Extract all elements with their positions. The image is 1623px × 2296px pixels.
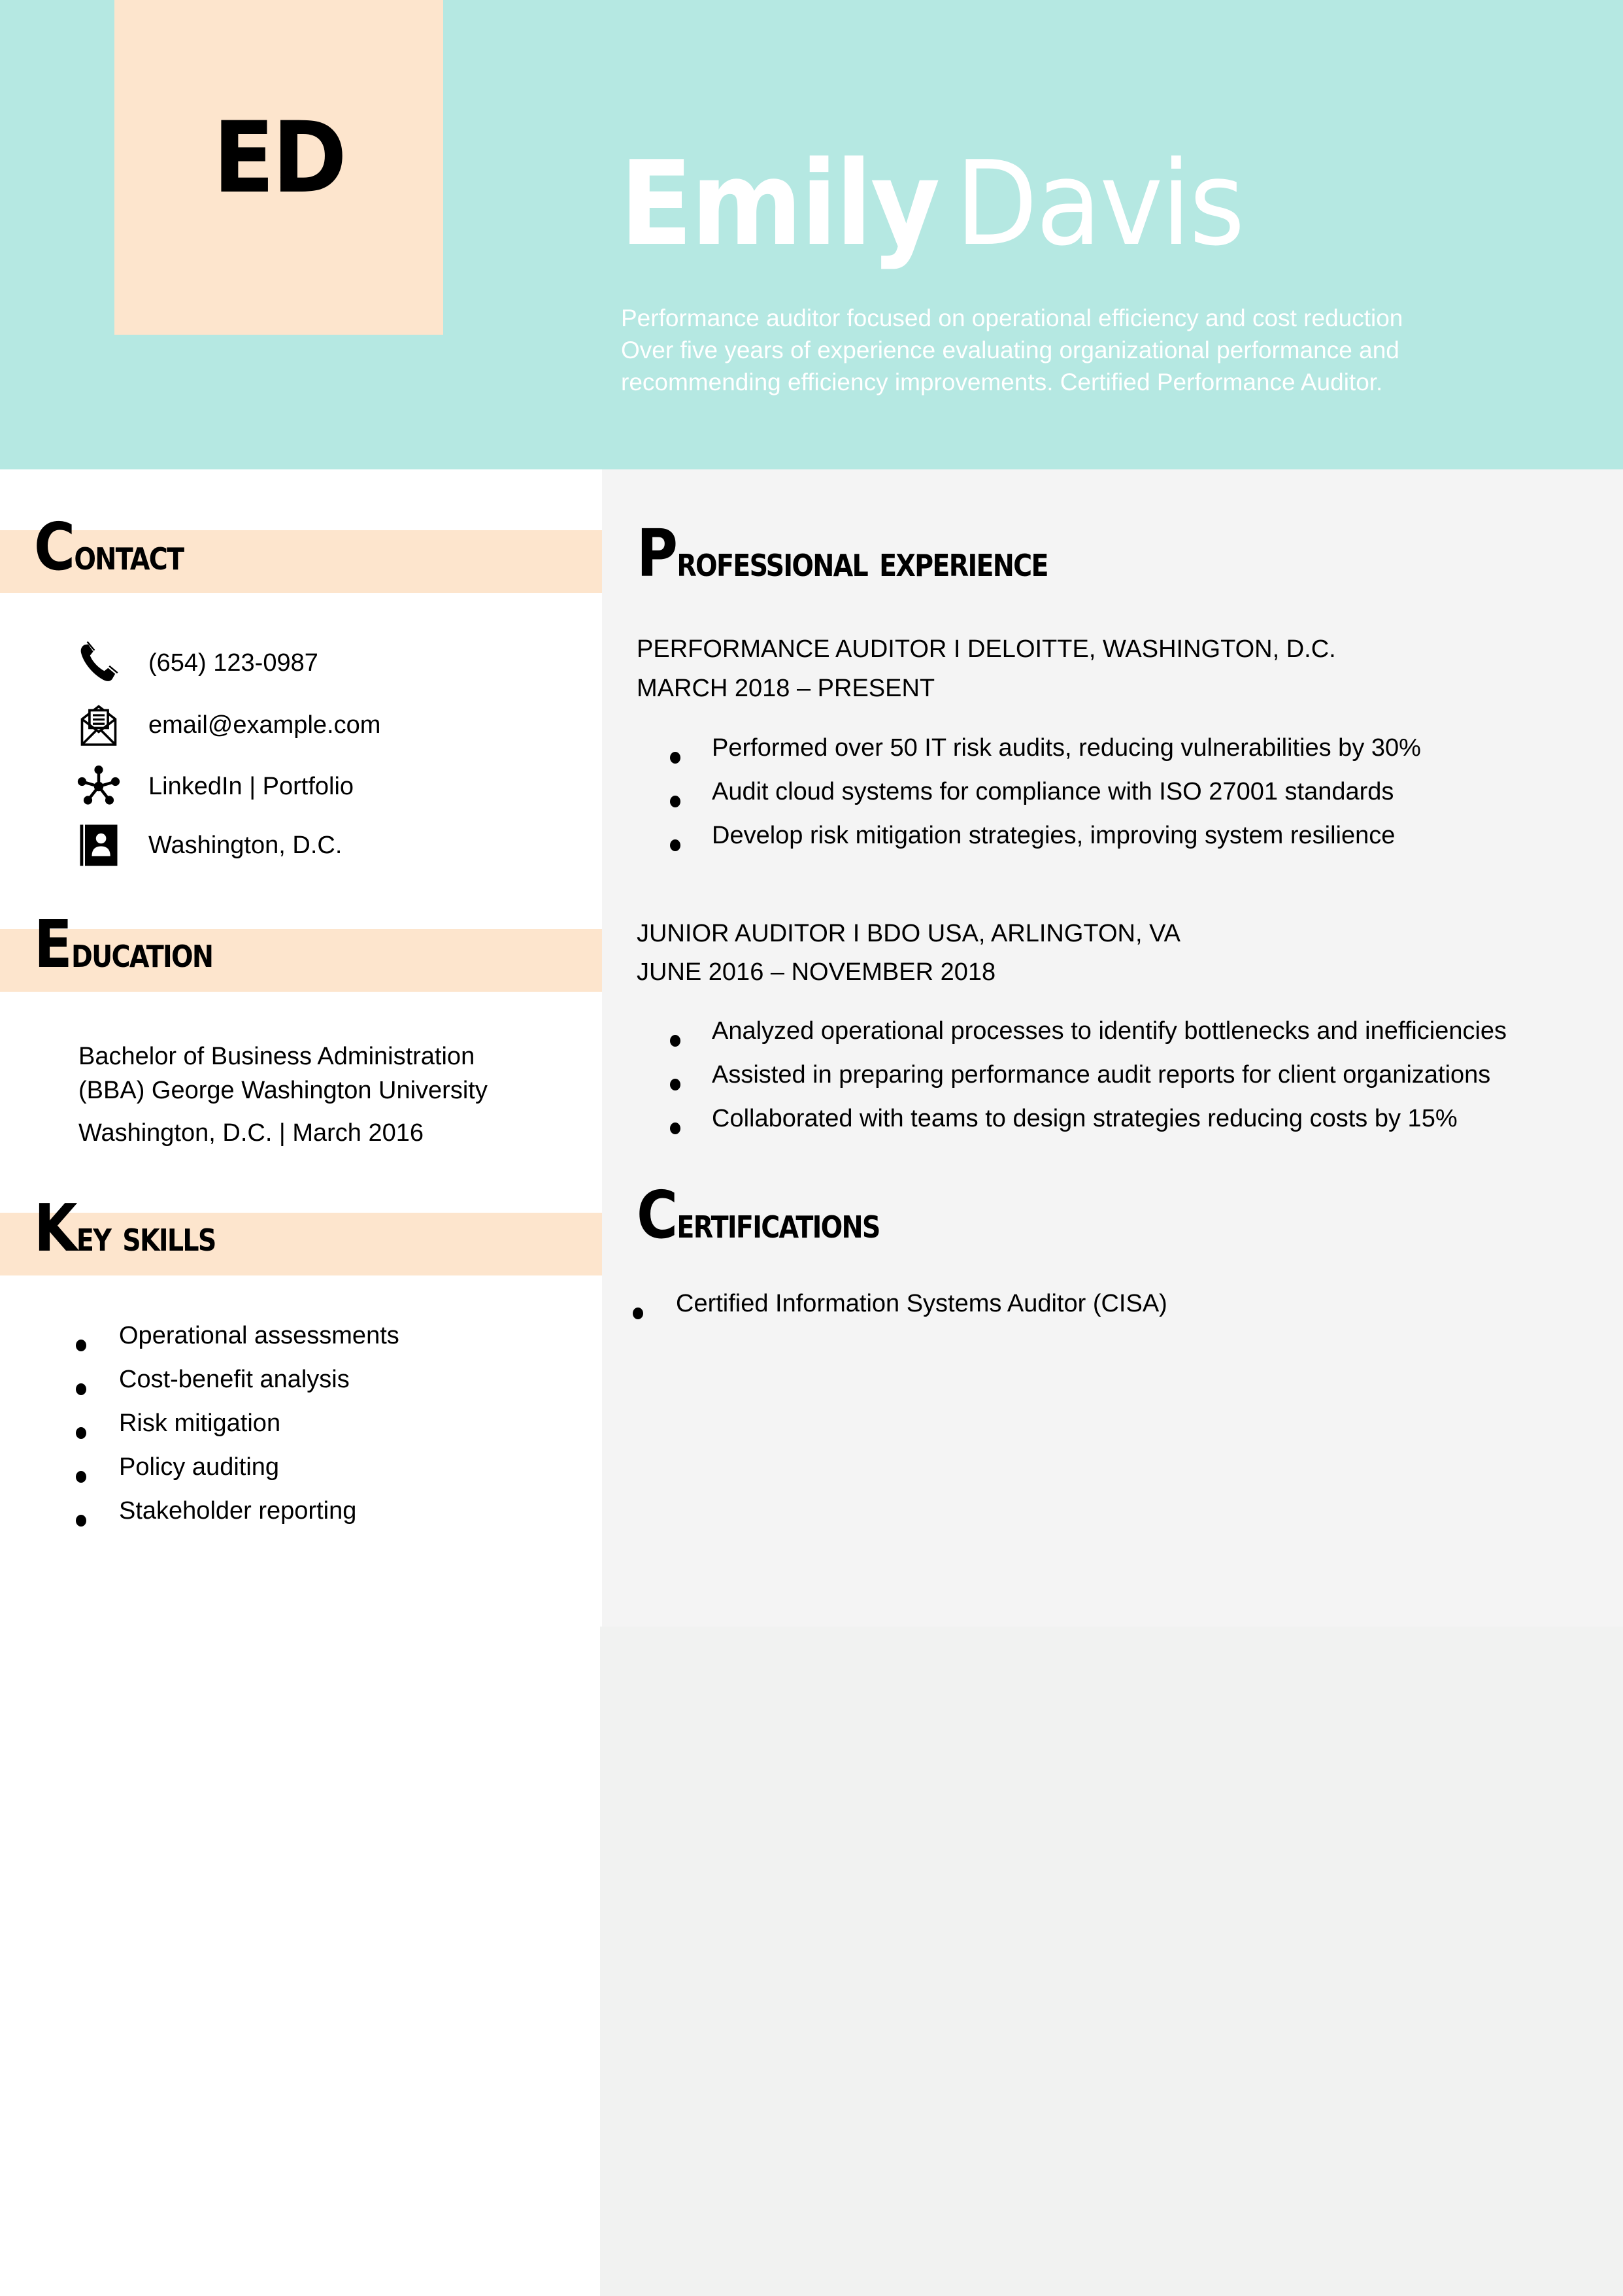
job-title: JUNIOR AUDITOR I BDO USA, ARLINGTON, VA (637, 920, 1180, 947)
profile-summary: Performance auditor focused on operation… (621, 302, 1471, 398)
contact-email-text: email@example.com (148, 711, 381, 739)
contact-heading: Contact (34, 509, 184, 585)
bullet-icon (670, 1034, 680, 1047)
skill-text: Risk mitigation (119, 1410, 281, 1437)
skill-text: Operational assessments (119, 1322, 399, 1349)
bullet-text: Assisted in preparing performance audit … (712, 1061, 1491, 1089)
job-bullets: Performed over 50 IT risk audits, reduci… (670, 734, 1421, 866)
skill-item: Risk mitigation (76, 1410, 399, 1453)
last-name: Davis (955, 136, 1245, 271)
monogram: ED (212, 101, 347, 215)
heading-initial: K (34, 1190, 78, 1266)
bullet-text: Analyzed operational processes to identi… (712, 1017, 1507, 1045)
contact-phone-text: (654) 123-0987 (148, 649, 318, 677)
heading-rest: ontact (74, 530, 184, 580)
heading-rest: ey skills (76, 1211, 216, 1261)
contact-links[interactable]: LinkedIn | Portfolio (75, 763, 354, 810)
certifications-list: Certified Information Systems Auditor (C… (633, 1290, 1167, 1334)
summary-line: recommending efficiency improvements. Ce… (621, 369, 1383, 396)
job-title: PERFORMANCE AUDITOR I DELOITTE, WASHINGT… (637, 635, 1336, 663)
heading-initial: C (34, 509, 75, 585)
bullet-icon (76, 1427, 86, 1439)
certification-item: Certified Information Systems Auditor (C… (633, 1290, 1167, 1334)
skills-list: Operational assessments Cost-benefit ana… (76, 1322, 399, 1541)
bullet-text: Develop risk mitigation strategies, impr… (712, 822, 1396, 849)
main-column-background-lower (600, 1627, 1623, 2296)
first-name: Emily (620, 136, 940, 271)
education-degree: Bachelor of Business Administration (BBA… (78, 1039, 488, 1107)
job-bullet: Assisted in preparing performance audit … (670, 1061, 1507, 1105)
contact-location: Washington, D.C. (75, 822, 342, 869)
contact-phone[interactable]: (654) 123-0987 (75, 639, 318, 686)
monogram-box: ED (114, 0, 443, 335)
skill-text: Policy auditing (119, 1453, 280, 1481)
job-bullet: Analyzed operational processes to identi… (670, 1017, 1507, 1061)
heading-initial: P (637, 515, 678, 592)
bullet-text: Audit cloud systems for compliance with … (712, 778, 1394, 805)
skills-heading: Key skills (34, 1190, 216, 1266)
skill-item: Stakeholder reporting (76, 1497, 399, 1541)
contact-location-text: Washington, D.C. (148, 831, 343, 859)
job-bullets: Analyzed operational processes to identi… (670, 1017, 1507, 1149)
candidate-name: Emily Davis (620, 136, 1245, 271)
skill-text: Cost-benefit analysis (119, 1366, 350, 1393)
heading-rest: ertifications (677, 1198, 880, 1248)
contact-email[interactable]: email@example.com (75, 701, 380, 749)
experience-heading: Professional experience (637, 515, 1049, 592)
job-dates: JUNE 2016 – NOVEMBER 2018 (637, 958, 996, 986)
certification-text: Certified Information Systems Auditor (C… (676, 1290, 1167, 1317)
contact-links-text: LinkedIn | Portfolio (148, 772, 354, 800)
bullet-icon (670, 795, 680, 807)
education-heading: Education (34, 906, 214, 983)
bullet-icon (76, 1514, 86, 1527)
skill-item: Policy auditing (76, 1453, 399, 1497)
degree-line: (BBA) George Washington University (78, 1077, 488, 1104)
job-bullet: Performed over 50 IT risk audits, reduci… (670, 734, 1421, 778)
job-bullet: Audit cloud systems for compliance with … (670, 778, 1421, 822)
heading-rest: rofessional experience (677, 536, 1048, 586)
bullet-icon (76, 1339, 86, 1351)
summary-line: Performance auditor focused on operation… (621, 305, 1403, 331)
bullet-icon (633, 1307, 643, 1319)
degree-line: Bachelor of Business Administration (78, 1043, 475, 1070)
bullet-icon (670, 751, 680, 764)
job-bullet: Collaborated with teams to design strate… (670, 1105, 1507, 1149)
bullet-text: Performed over 50 IT risk audits, reduci… (712, 734, 1421, 762)
education-location-date: Washington, D.C. | March 2016 (78, 1119, 424, 1147)
bullet-icon (670, 839, 680, 851)
bullet-icon (670, 1078, 680, 1090)
envelope-icon (75, 701, 122, 749)
phone-icon (75, 639, 122, 686)
job-dates: MARCH 2018 – PRESENT (637, 675, 935, 702)
bullet-icon (76, 1383, 86, 1395)
heading-rest: ducation (71, 927, 214, 977)
job-bullet: Develop risk mitigation strategies, impr… (670, 822, 1421, 866)
summary-line: Over five years of experience evaluating… (621, 337, 1399, 363)
bullet-text: Collaborated with teams to design strate… (712, 1105, 1458, 1132)
certifications-heading: Certifications (637, 1177, 880, 1253)
skill-text: Stakeholder reporting (119, 1497, 357, 1525)
heading-initial: E (34, 906, 73, 983)
skill-item: Operational assessments (76, 1322, 399, 1366)
heading-initial: C (637, 1177, 678, 1253)
contact-card-icon (75, 822, 122, 869)
bullet-icon (76, 1470, 86, 1483)
network-icon (75, 763, 122, 810)
bullet-icon (670, 1122, 680, 1134)
skill-item: Cost-benefit analysis (76, 1366, 399, 1410)
